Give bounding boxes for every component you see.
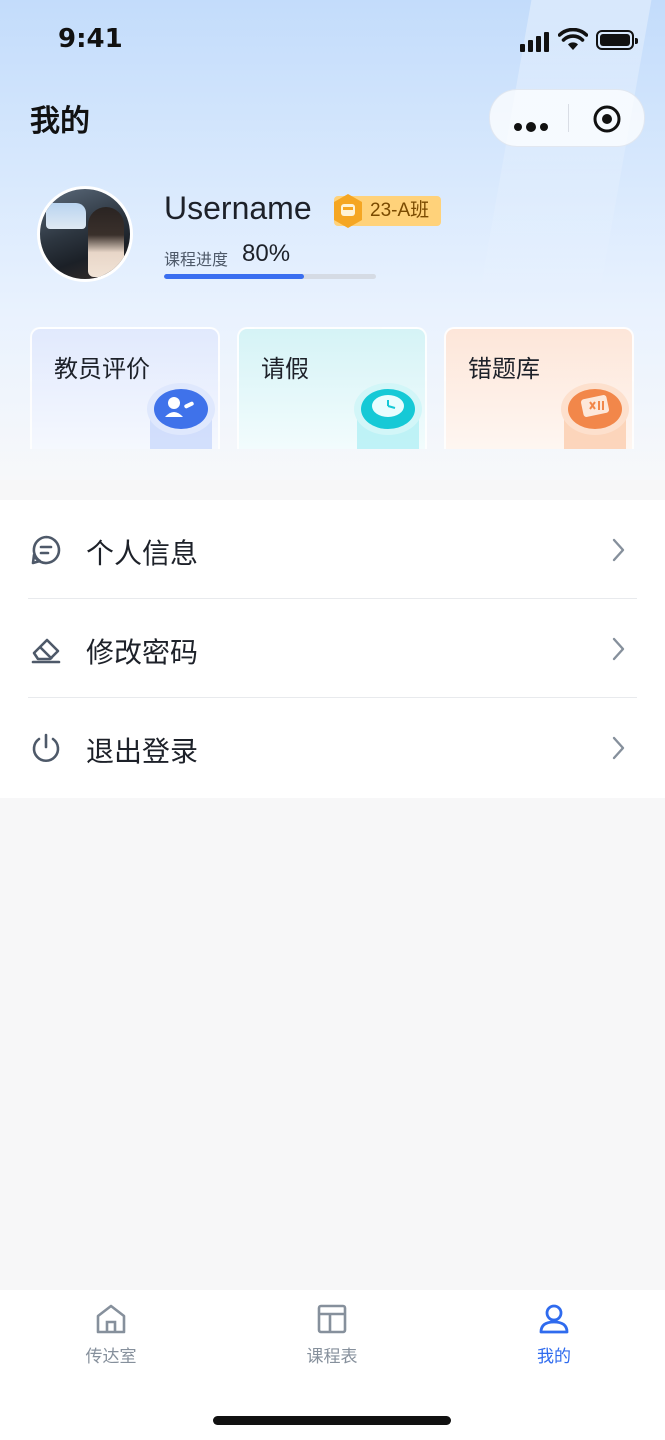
class-badge: 23-A班 [334,194,442,228]
tab-label: 课程表 [306,1347,358,1367]
menu-item-logout[interactable]: 退出登录 [0,698,665,797]
card-wrong-questions[interactable]: 错题库 [444,327,634,449]
card-label: 错题库 [468,355,540,383]
capsule-divider [568,104,569,132]
eraser-icon [31,638,61,664]
teacher-review-icon [147,383,215,449]
miniprogram-capsule [489,89,645,147]
wrong-questions-icon [561,383,629,449]
progress-bar [164,274,376,279]
chevron-right-icon [612,538,625,562]
card-leave[interactable]: 请假 [237,327,427,449]
chevron-right-icon [612,736,625,760]
user-icon [539,1304,569,1334]
menu-list: 个人信息 修改密码 退出登录 [0,500,665,798]
home-indicator [213,1416,451,1425]
wifi-icon [558,28,588,50]
home-icon [96,1304,126,1334]
tab-schedule[interactable]: 课程表 [272,1302,392,1372]
power-icon [32,733,60,762]
progress-bar-fill [164,274,304,279]
menu-item-label: 退出登录 [86,735,199,768]
status-time: 9:41 [58,24,123,54]
progress-value: 80% [242,240,291,267]
menu-item-label: 修改密码 [86,636,199,669]
card-label: 教员评价 [54,355,150,383]
progress-label: 课程进度 [164,250,229,269]
tab-mine[interactable]: 我的 [494,1302,614,1372]
tab-label: 我的 [537,1347,571,1367]
more-icon[interactable] [514,116,552,135]
avatar-person [88,207,124,277]
leave-clock-icon [354,383,422,449]
signal-icon [520,30,552,52]
avatar[interactable] [37,186,133,282]
menu-item-personal-info[interactable]: 个人信息 [0,500,665,599]
class-badge-icon [334,194,362,228]
tab-mailroom[interactable]: 传达室 [51,1302,171,1372]
menu-item-label: 个人信息 [86,537,199,570]
card-teacher-review[interactable]: 教员评价 [30,327,220,449]
page-title: 我的 [30,104,90,139]
status-bar: 9:41 [0,0,665,80]
menu-item-change-password[interactable]: 修改密码 [0,599,665,698]
chevron-right-icon [612,637,625,661]
class-badge-text: 23-A班 [370,200,430,221]
tab-label: 传达室 [85,1347,137,1367]
username: Username [164,190,312,226]
layout-icon [317,1304,347,1334]
battery-icon [596,30,638,50]
avatar-window [46,203,86,229]
chat-info-icon [31,535,61,565]
card-label: 请假 [261,355,309,383]
close-target-icon[interactable] [592,104,622,134]
